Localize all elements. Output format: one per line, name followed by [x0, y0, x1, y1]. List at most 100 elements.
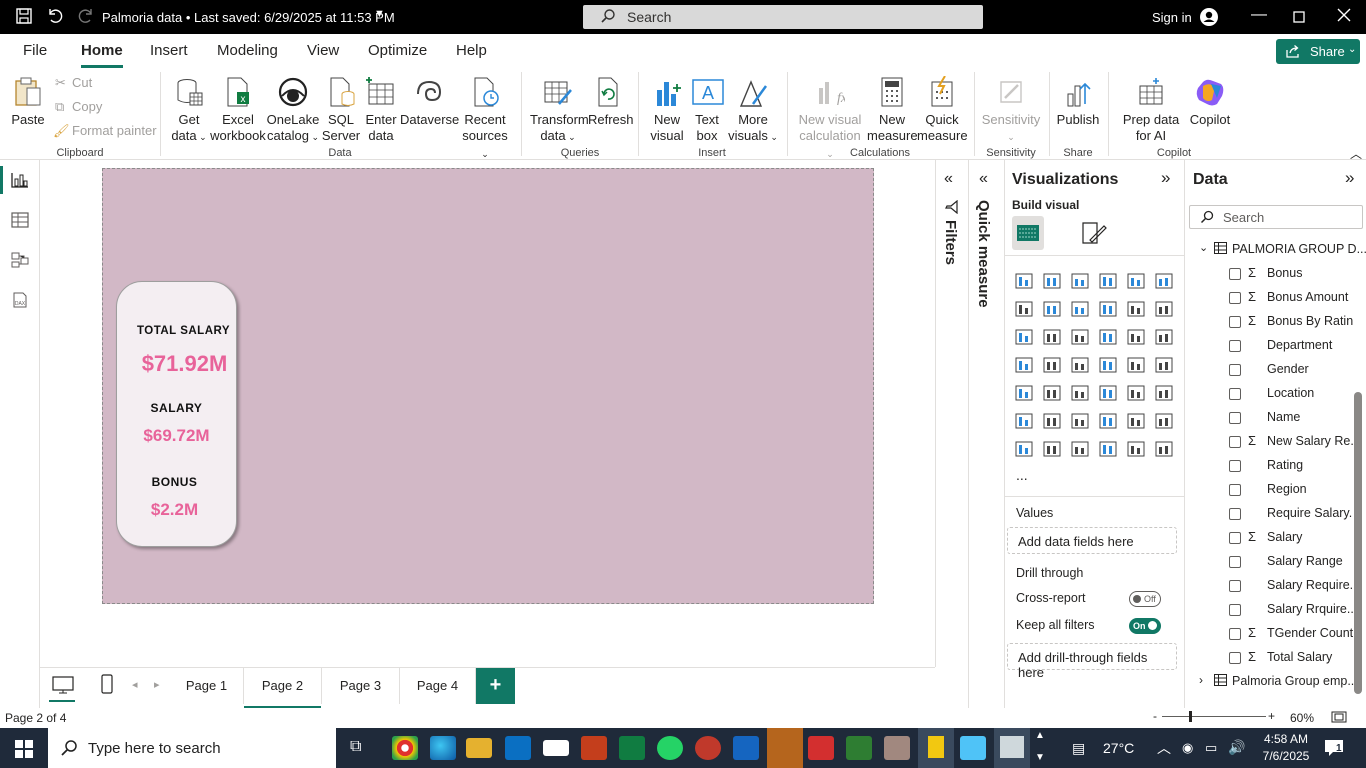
new-measure-button[interactable]: New measure — [867, 76, 918, 144]
field-item[interactable]: Σ Salary — [1185, 526, 1355, 550]
filters-label[interactable]: Filters — [942, 220, 959, 265]
field-item[interactable]: Salary Rrquire... — [1185, 598, 1355, 622]
app-icon[interactable] — [733, 736, 759, 760]
scatter-chart-icon[interactable] — [1099, 329, 1117, 345]
collapse-data-pane-icon[interactable]: » — [1345, 168, 1354, 188]
camera-icon[interactable]: ◉ — [1182, 740, 1193, 756]
field-checkbox[interactable] — [1229, 268, 1241, 280]
power-apps-icon[interactable] — [1043, 441, 1061, 457]
minimize-icon[interactable]: — — [1251, 6, 1267, 24]
tab-home[interactable]: Home — [81, 42, 123, 68]
collapse-visualizations-icon[interactable]: » — [1161, 168, 1170, 188]
field-checkbox[interactable] — [1229, 412, 1241, 424]
field-checkbox[interactable] — [1229, 604, 1241, 616]
field-checkbox[interactable] — [1229, 316, 1241, 328]
redo-icon[interactable] — [77, 7, 95, 30]
field-item[interactable]: Region — [1185, 478, 1355, 502]
task-view-icon[interactable]: ⧉ — [350, 738, 361, 756]
matrix-icon[interactable] — [1127, 385, 1145, 401]
field-checkbox[interactable] — [1229, 652, 1241, 664]
quick-measure-button[interactable]: Quick measure — [917, 75, 968, 144]
field-item[interactable]: Σ New Salary Re... — [1185, 430, 1355, 454]
zoom-level[interactable]: 60% — [1290, 711, 1314, 725]
file-explorer-icon[interactable] — [466, 738, 492, 758]
weather-temperature[interactable]: 27°C — [1103, 740, 1134, 756]
scroll-left-icon[interactable]: ◂ — [132, 678, 138, 691]
table-palmoria-group-data[interactable]: ⌄ PALMORIA GROUP D... — [1185, 238, 1366, 262]
line-and-clustered-column-chart-icon[interactable] — [1155, 301, 1173, 317]
maximize-icon[interactable] — [1293, 10, 1305, 28]
funnel-chart-icon[interactable] — [1071, 329, 1089, 345]
keep-all-filters-toggle[interactable]: On — [1129, 618, 1161, 634]
prep-data-for-ai-button[interactable]: Prep data for AI — [1114, 76, 1188, 144]
clock-time[interactable]: 4:58 AM — [1256, 732, 1316, 746]
enter-data-button[interactable]: Enter data — [362, 76, 400, 144]
dataverse-button[interactable]: Dataverse — [400, 76, 459, 128]
field-checkbox[interactable] — [1229, 460, 1241, 472]
search-input[interactable]: Search — [583, 5, 983, 29]
clustered-column-chart-icon[interactable] — [1099, 273, 1117, 289]
close-icon[interactable] — [1337, 8, 1351, 27]
100-percent-column-chart-icon[interactable] — [1155, 273, 1173, 289]
donut-chart-icon[interactable] — [1155, 329, 1173, 345]
power-bi-taskbar-icon[interactable] — [918, 728, 954, 768]
qa-visual-icon[interactable] — [1099, 413, 1117, 429]
map-icon[interactable] — [1043, 357, 1061, 373]
metrics-icon[interactable] — [1155, 413, 1173, 429]
format-painter-button[interactable]: Format painter — [72, 123, 157, 138]
card-icon[interactable] — [1155, 357, 1173, 373]
field-checkbox[interactable] — [1229, 580, 1241, 592]
cut-icon[interactable]: ✂ — [55, 75, 66, 91]
chevron-down-icon[interactable]: ▼ — [374, 8, 385, 20]
field-item[interactable]: Department — [1185, 334, 1355, 358]
mobile-layout-icon[interactable] — [101, 674, 113, 697]
field-item[interactable]: Location — [1185, 382, 1355, 406]
app-icon[interactable] — [884, 736, 910, 760]
dax-query-view-icon[interactable]: DAX — [11, 292, 29, 308]
field-item[interactable]: Gender — [1185, 358, 1355, 382]
data-pane-scrollbar[interactable] — [1354, 392, 1362, 694]
r-script-visual-icon[interactable] — [1155, 385, 1173, 401]
page-tab-2[interactable]: Page 2 — [244, 668, 322, 709]
field-item[interactable]: Σ Total Salary — [1185, 646, 1355, 670]
quick-measure-label[interactable]: Quick measure — [975, 200, 992, 308]
photos-taskbar-icon[interactable] — [994, 728, 1030, 768]
mail-icon[interactable] — [543, 740, 569, 756]
chrome-icon[interactable] — [392, 736, 418, 760]
field-item[interactable]: Name — [1185, 406, 1355, 430]
refresh-button[interactable]: Refresh — [588, 76, 634, 128]
expand-filters-icon[interactable]: « — [944, 170, 953, 188]
field-item[interactable]: Σ Bonus By Ratin — [1185, 310, 1355, 334]
field-item[interactable]: Σ TGender Count — [1185, 622, 1355, 646]
scroll-up-icon[interactable]: ▲ — [1035, 730, 1045, 741]
zoom-slider[interactable] — [1162, 716, 1266, 717]
sql-server-button[interactable]: SQL Server — [320, 76, 362, 144]
data-search-input[interactable]: Search — [1189, 205, 1363, 229]
share-button[interactable]: Share ⌄ — [1276, 39, 1360, 64]
field-checkbox[interactable] — [1229, 292, 1241, 304]
clock-date[interactable]: 7/6/2025 — [1254, 749, 1318, 763]
expand-quick-measure-icon[interactable]: « — [979, 170, 988, 188]
field-item[interactable]: Salary Require... — [1185, 574, 1355, 598]
area-chart-icon[interactable] — [1043, 301, 1061, 317]
field-item[interactable]: Require Salary... — [1185, 502, 1355, 526]
file-title[interactable]: Palmoria data • Last saved: 6/29/2025 at… — [102, 10, 395, 25]
gauge-icon[interactable] — [1127, 357, 1145, 373]
recent-sources-button[interactable]: Recent sources ⌄ — [458, 76, 512, 162]
arcgis-map-icon[interactable] — [1099, 441, 1117, 457]
app-icon-active[interactable] — [767, 728, 803, 768]
field-checkbox[interactable] — [1229, 388, 1241, 400]
tab-view[interactable]: View — [307, 42, 339, 59]
python-visual-icon[interactable] — [1015, 413, 1033, 429]
tab-insert[interactable]: Insert — [150, 42, 188, 59]
weather-icon[interactable]: ▤ — [1072, 740, 1085, 757]
zoom-slider-thumb[interactable] — [1189, 711, 1192, 722]
field-checkbox[interactable] — [1229, 484, 1241, 496]
clustered-bar-chart-icon[interactable] — [1071, 273, 1089, 289]
line-chart-icon[interactable] — [1015, 301, 1033, 317]
sensitivity-button[interactable]: Sensitivity ⌄ — [980, 76, 1042, 145]
transform-data-button[interactable]: Transform data ⌄ — [530, 76, 589, 145]
powerpoint-icon[interactable] — [581, 736, 607, 760]
kpi-icon[interactable] — [1043, 385, 1061, 401]
more-visuals-button[interactable]: More visuals ⌄ — [726, 76, 780, 145]
